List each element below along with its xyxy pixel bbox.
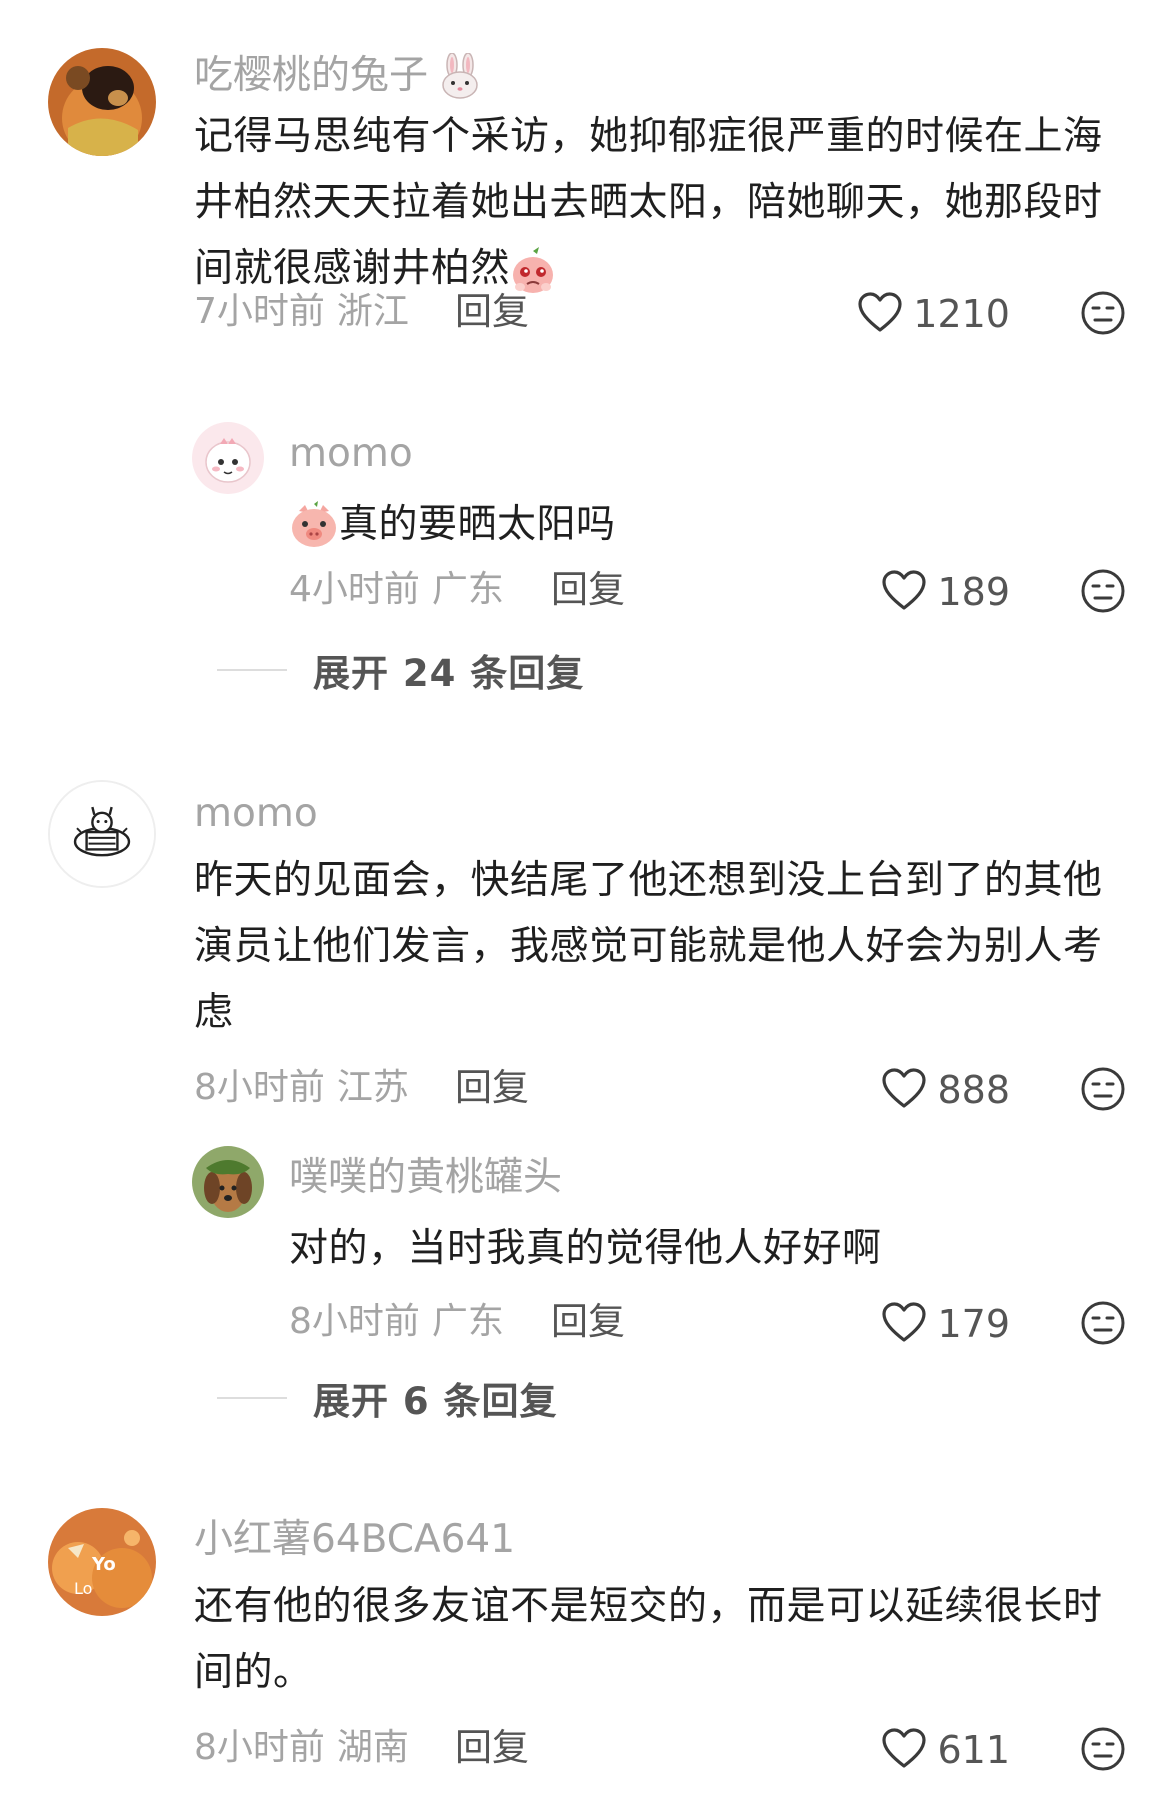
- reply-text: 真的要晒太阳吗: [289, 492, 1109, 558]
- dislike-button[interactable]: [1080, 1300, 1126, 1346]
- expand-replies-label: 展开 24 条回复: [313, 652, 585, 695]
- like-button[interactable]: 611: [881, 1726, 1010, 1774]
- svg-text:Lo: Lo: [74, 1579, 92, 1598]
- username[interactable]: 吃樱桃的兔子: [194, 52, 482, 100]
- avatar[interactable]: [48, 48, 156, 156]
- neutral-face-icon: [1080, 1300, 1126, 1346]
- neutral-face-icon: [1080, 568, 1126, 614]
- comment-meta: 8小时前 湖南: [194, 1724, 409, 1772]
- reply-button[interactable]: 回复: [455, 288, 529, 336]
- comment-time: 7小时前: [194, 291, 325, 332]
- like-count: 189: [937, 570, 1010, 614]
- dislike-button[interactable]: [1080, 290, 1126, 336]
- reply-button[interactable]: 回复: [551, 566, 625, 614]
- comment-time: 8小时前: [194, 1067, 325, 1108]
- reply-button[interactable]: 回复: [455, 1064, 529, 1112]
- reply-button[interactable]: 回复: [455, 1724, 529, 1772]
- like-count: 888: [937, 1068, 1010, 1112]
- rabbit-face-icon: [438, 53, 482, 99]
- svg-text:Yo: Yo: [91, 1554, 116, 1575]
- reply-avatar[interactable]: [192, 1146, 264, 1218]
- neutral-face-icon: [1080, 1726, 1126, 1772]
- avatar[interactable]: [48, 780, 156, 888]
- dislike-button[interactable]: [1080, 568, 1126, 614]
- reply-time: 4小时前: [289, 569, 420, 610]
- reply-button[interactable]: 回复: [551, 1298, 625, 1346]
- comment-location: 江苏: [336, 1067, 409, 1108]
- reply-username[interactable]: momo: [289, 430, 413, 478]
- like-button[interactable]: 179: [881, 1300, 1010, 1348]
- comment-time: 8小时前: [194, 1727, 325, 1768]
- expand-replies-button[interactable]: 展开 24 条回复: [217, 646, 585, 695]
- comment-location: 浙江: [336, 291, 409, 332]
- like-count: 611: [937, 1728, 1010, 1772]
- heart-outline-icon: [857, 291, 903, 337]
- avatar[interactable]: Yo Lo: [48, 1508, 156, 1616]
- heart-outline-icon: [881, 1727, 927, 1773]
- comment-text: 还有他的很多友谊不是短交的，而是可以延续很长时间的。: [194, 1584, 1103, 1695]
- heart-outline-icon: [881, 1301, 927, 1347]
- reply-location: 广东: [431, 569, 504, 610]
- username[interactable]: 小红薯64BCA641: [194, 1516, 515, 1564]
- like-button[interactable]: 189: [881, 568, 1010, 616]
- reply-meta: 8小时前 广东: [289, 1298, 504, 1346]
- reply-text: 对的，当时我真的觉得他人好好啊: [289, 1226, 882, 1271]
- like-count: 1210: [913, 292, 1010, 336]
- heart-outline-icon: [881, 1067, 927, 1113]
- reply-username[interactable]: 噗噗的黄桃罐头: [289, 1154, 562, 1202]
- dislike-button[interactable]: [1080, 1726, 1126, 1772]
- reply-time: 8小时前: [289, 1301, 420, 1342]
- comment-text: 记得马思纯有个采访，她抑郁症很严重的时候在上海井柏然天天拉着她出去晒太阳，陪她聊…: [194, 104, 1124, 302]
- username[interactable]: momo: [194, 790, 318, 838]
- expand-replies-button[interactable]: 展开 6 条回复: [217, 1374, 558, 1423]
- neutral-face-icon: [1080, 290, 1126, 336]
- comment-meta: 7小时前 浙江: [194, 288, 409, 336]
- expand-replies-label: 展开 6 条回复: [313, 1380, 558, 1423]
- dislike-button[interactable]: [1080, 1066, 1126, 1112]
- like-button[interactable]: 888: [881, 1066, 1010, 1114]
- comment-text: 昨天的见面会，快结尾了他还想到没上台到了的其他演员让他们发言，我感觉可能就是他人…: [194, 858, 1103, 1035]
- pig-face-emoji: [289, 501, 339, 549]
- reply-meta: 4小时前 广东: [289, 566, 504, 614]
- like-count: 179: [937, 1302, 1010, 1346]
- heart-outline-icon: [881, 569, 927, 615]
- comment-meta: 8小时前 江苏: [194, 1064, 409, 1112]
- like-button[interactable]: 1210: [857, 290, 1010, 338]
- reply-avatar[interactable]: [192, 422, 264, 494]
- reply-location: 广东: [431, 1301, 504, 1342]
- divider: [217, 669, 287, 671]
- neutral-face-icon: [1080, 1066, 1126, 1112]
- divider: [217, 1397, 287, 1399]
- comment-location: 湖南: [336, 1727, 409, 1768]
